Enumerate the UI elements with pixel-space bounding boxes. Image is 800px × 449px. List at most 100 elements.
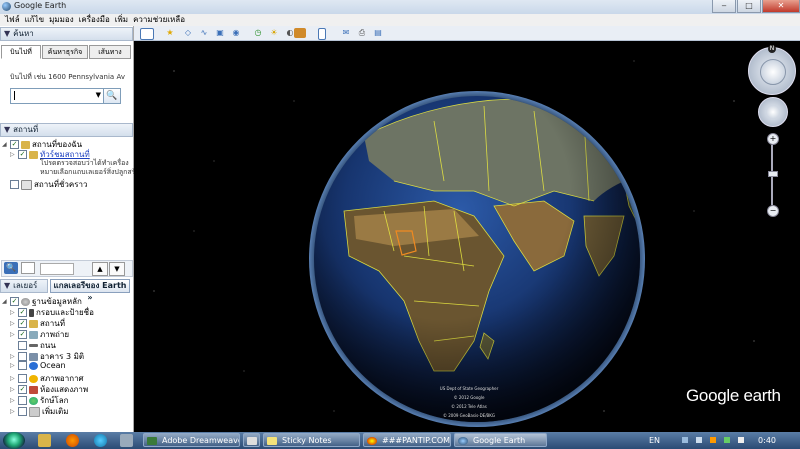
tab-directions[interactable]: เส้นทาง bbox=[89, 45, 131, 59]
expand-arrow-icon[interactable]: ▷ bbox=[10, 408, 17, 415]
move-arrows-icon[interactable] bbox=[766, 105, 780, 119]
historical-imagery-icon[interactable]: ◷ bbox=[252, 28, 264, 38]
clock[interactable]: 0:40 bbox=[758, 432, 776, 449]
layer-item-ocean[interactable]: ▷ Ocean bbox=[10, 361, 66, 370]
expand-arrow-icon[interactable]: ◢ bbox=[2, 298, 9, 305]
places-panel-header[interactable]: ▼ สถานที่ bbox=[0, 123, 133, 137]
display-icon[interactable] bbox=[120, 434, 133, 447]
expand-arrow-icon[interactable]: ◢ bbox=[2, 141, 9, 148]
layer-checkbox[interactable] bbox=[18, 352, 27, 361]
maximize-button[interactable]: □ bbox=[737, 0, 761, 13]
expand-arrow-icon[interactable]: ▷ bbox=[10, 362, 17, 369]
firefox-icon[interactable] bbox=[66, 434, 79, 447]
image-overlay-icon[interactable]: ▣ bbox=[214, 28, 226, 38]
title-bar: Google Earth ‒ □ ✕ bbox=[0, 0, 800, 15]
earth-gallery-button[interactable]: แกลเลอรีของ Earth » bbox=[50, 279, 130, 302]
view-in-maps-icon[interactable]: ▤ bbox=[372, 28, 384, 38]
expand-arrow-icon[interactable]: ▷ bbox=[10, 151, 17, 158]
layer-checkbox[interactable] bbox=[18, 374, 27, 383]
chrome-icon bbox=[367, 437, 377, 445]
expand-arrow-icon[interactable]: ▷ bbox=[10, 320, 17, 327]
layer-checkbox[interactable] bbox=[18, 407, 27, 416]
layer-checkbox[interactable]: ✓ bbox=[18, 330, 27, 339]
sunlight-icon[interactable]: ☀ bbox=[268, 28, 280, 38]
close-button[interactable]: ✕ bbox=[762, 0, 800, 13]
tray-icon[interactable] bbox=[696, 437, 702, 443]
primary-database-checkbox[interactable]: ✓ bbox=[10, 297, 19, 306]
task-sticky-notes[interactable]: Sticky Notes bbox=[263, 433, 360, 447]
menu-add[interactable]: เพิ่ม bbox=[115, 14, 128, 26]
explorer-icon[interactable] bbox=[38, 434, 51, 447]
search-panel-header[interactable]: ▼ ค้นหา bbox=[0, 27, 133, 41]
text-caret bbox=[14, 91, 15, 100]
print-icon[interactable]: ⎙ bbox=[356, 28, 368, 38]
add-polygon-icon[interactable]: ◇ bbox=[182, 28, 194, 38]
layers-panel-header[interactable]: ▼ เลเยอร์ bbox=[0, 279, 48, 293]
globe-icon bbox=[29, 396, 38, 405]
task-dreamweaver[interactable]: Adobe Dreamweaver... bbox=[143, 433, 240, 447]
email-icon[interactable]: ✉ bbox=[340, 28, 352, 38]
panel-toggle-icon[interactable] bbox=[21, 262, 35, 274]
zoom-in-button[interactable]: + bbox=[767, 133, 779, 145]
move-down-icon[interactable]: ▼ bbox=[109, 262, 125, 276]
menu-tools[interactable]: เครื่องมือ bbox=[79, 14, 110, 26]
temporary-places-row[interactable]: สถานที่ชั่วคราว bbox=[2, 178, 88, 191]
zoom-out-button[interactable]: − bbox=[767, 205, 779, 217]
tray-icon[interactable] bbox=[710, 437, 716, 443]
menu-view[interactable]: มุมมอง bbox=[49, 14, 74, 26]
layer-item-more[interactable]: ▷ เพิ่มเติม bbox=[10, 405, 68, 418]
add-placemark-icon[interactable]: ★ bbox=[164, 28, 176, 38]
move-joystick[interactable] bbox=[758, 97, 788, 127]
menu-edit[interactable]: แก้ไข bbox=[25, 14, 45, 26]
record-tour-icon[interactable]: ◉ bbox=[230, 28, 242, 38]
zoom-slider-handle[interactable] bbox=[768, 171, 778, 177]
search-button[interactable]: 🔍 bbox=[103, 88, 121, 104]
sticky-notes-icon bbox=[267, 437, 277, 445]
ruler-icon[interactable] bbox=[294, 28, 306, 38]
dropdown-arrow-icon[interactable]: ▼ bbox=[96, 91, 101, 99]
temporary-places-checkbox[interactable] bbox=[10, 180, 19, 189]
expand-arrow-icon[interactable]: ▷ bbox=[10, 397, 17, 404]
expand-arrow-icon[interactable]: ▷ bbox=[10, 386, 17, 393]
move-up-icon[interactable]: ▲ bbox=[92, 262, 108, 276]
fly-to-hint: บินไปที่ เช่น 1600 Pennsylvania Av bbox=[10, 73, 125, 81]
layer-checkbox[interactable]: ✓ bbox=[18, 385, 27, 394]
layer-checkbox[interactable]: ✓ bbox=[18, 308, 27, 317]
internet-explorer-icon[interactable] bbox=[94, 434, 107, 447]
north-indicator[interactable]: N bbox=[768, 45, 776, 53]
minimize-button[interactable]: ‒ bbox=[712, 0, 736, 13]
sidebar-panel-icon[interactable] bbox=[318, 28, 326, 40]
tab-fly-to[interactable]: บินไปที่ bbox=[1, 45, 41, 59]
language-indicator[interactable]: EN bbox=[649, 432, 660, 449]
layer-checkbox[interactable]: ✓ bbox=[18, 319, 27, 328]
places-filter-field[interactable] bbox=[40, 263, 74, 275]
tab-find-businesses[interactable]: ค้นหาธุรกิจ bbox=[42, 45, 88, 59]
places-layer-icon bbox=[29, 319, 38, 328]
menu-help[interactable]: ความช่วยเหลือ bbox=[133, 14, 185, 26]
layer-checkbox[interactable] bbox=[18, 396, 27, 405]
task-google-earth[interactable]: Google Earth bbox=[454, 433, 547, 447]
earth-3d-view[interactable]: US Dept of State Geographer © 2012 Googl… bbox=[134, 41, 800, 432]
volume-icon[interactable] bbox=[738, 437, 744, 443]
expand-arrow-icon[interactable]: ▷ bbox=[10, 309, 17, 316]
layer-checkbox[interactable] bbox=[18, 341, 27, 350]
look-arrows-icon[interactable] bbox=[760, 59, 786, 85]
sightseeing-checkbox[interactable]: ✓ bbox=[18, 150, 27, 159]
road-icon bbox=[29, 344, 38, 347]
search-places-icon[interactable]: 🔍 bbox=[4, 262, 18, 274]
tray-icon[interactable] bbox=[682, 437, 688, 443]
search-input[interactable]: ▼ bbox=[10, 88, 104, 104]
task-window[interactable] bbox=[243, 433, 260, 447]
expand-arrow-icon[interactable]: ▷ bbox=[10, 331, 17, 338]
expand-arrow-icon[interactable]: ▷ bbox=[10, 353, 17, 360]
look-joystick[interactable]: N bbox=[748, 45, 796, 95]
start-button[interactable] bbox=[3, 432, 25, 449]
flag-icon bbox=[29, 308, 34, 317]
menu-file[interactable]: ไฟล์ bbox=[5, 14, 20, 26]
expand-arrow-icon[interactable]: ▷ bbox=[10, 375, 17, 382]
add-path-icon[interactable]: ∿ bbox=[198, 28, 210, 38]
layer-checkbox[interactable] bbox=[18, 361, 27, 370]
network-icon[interactable] bbox=[724, 437, 730, 443]
task-chrome[interactable]: ###PANTIP.COM##... bbox=[363, 433, 451, 447]
hide-sidebar-icon[interactable] bbox=[140, 28, 154, 40]
